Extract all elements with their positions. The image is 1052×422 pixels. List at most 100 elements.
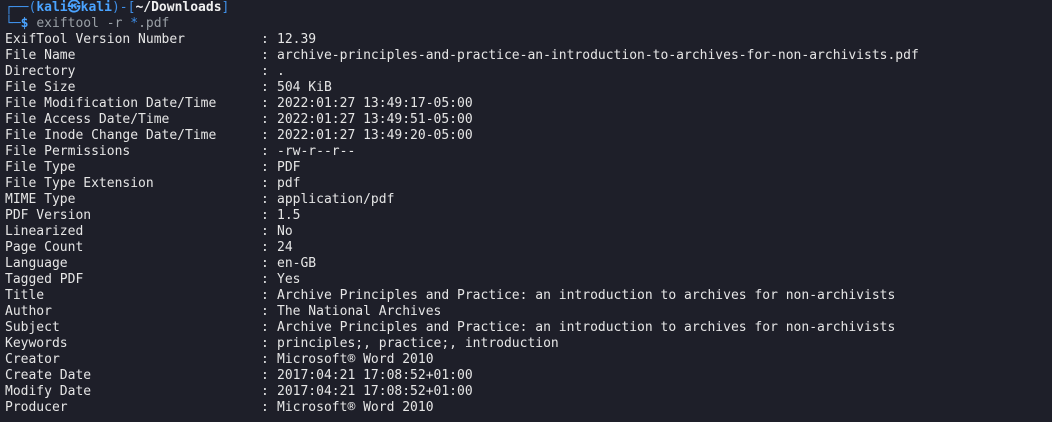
output-row: Subject: Archive Principles and Practice:… [5,320,1052,336]
field-separator: : [261,192,269,207]
output-row: Title: Archive Principles and Practice: a… [5,288,1052,304]
field-separator: : [261,80,269,95]
field-separator: : [261,256,269,271]
field-key: Creator [5,352,60,367]
output-row: Create Date:2017:04:21 17:08:52+01:00 [5,368,1052,384]
prompt-bracket-close: ] [221,0,230,15]
terminal-window[interactable]: ┌──(kali㉿kali)-[~/Downloads] └─$ exiftoo… [5,0,1052,422]
field-key: Linearized [5,224,84,239]
field-key: File Access Date/Time [5,112,170,127]
field-separator: : [261,64,269,79]
field-separator: : [261,144,269,159]
field-value: 24 [277,240,293,255]
output-row: Directory:. [5,64,1052,80]
output-row: Language: en-GB [5,256,1052,272]
prompt-user: kali [36,0,68,15]
field-value: The National Archives [277,304,442,319]
output-row: Producer: Microsoft® Word 2010 [5,400,1052,416]
output-row: Tagged PDF: Yes [5,272,1052,288]
field-value: principles;, practice;, introduction [277,336,559,351]
field-separator: : [261,304,269,319]
field-value: 2017:04:21 17:08:52+01:00 [277,368,473,383]
output-row: Author: The National Archives [5,304,1052,320]
field-key: Tagged PDF [5,272,84,287]
output-row: PDF Version:1.5 [5,208,1052,224]
field-separator: : [261,240,269,255]
field-separator: : [261,320,269,335]
command-flag: -r [106,16,123,31]
field-key: Page Count [5,240,84,255]
output-row: File Modification Date/Time:2022:01:27 1… [5,96,1052,112]
field-separator: : [261,352,269,367]
field-key: ExifTool Version Number [5,32,186,47]
field-key: MIME Type [5,192,76,207]
output-row: File Size:504 KiB [5,80,1052,96]
field-key: File Size [5,80,76,95]
field-value: Microsoft® Word 2010 [277,400,434,415]
field-key: Create Date [5,368,92,383]
output-row: File Inode Change Date/Time:2022:01:27 1… [5,128,1052,144]
output-row: Page Count:24 [5,240,1052,256]
field-value: pdf [277,176,301,191]
prompt-line-1: ┌──(kali㉿kali)-[~/Downloads] [5,0,1052,16]
field-value: 1.5 [277,208,301,223]
field-value: 2017:04:21 17:08:52+01:00 [277,384,473,399]
prompt-corner-top: ┌──( [5,0,37,15]
prompt-line-2: └─$ exiftool -r *.pdf [5,16,1052,32]
field-separator: : [261,400,269,415]
field-key: Language [5,256,68,271]
field-value: . [277,64,285,79]
field-separator: : [261,208,269,223]
field-separator: : [261,112,269,127]
field-value: 504 KiB [277,80,332,95]
prompt-dollar: $ [20,16,29,31]
field-key: File Name [5,48,76,63]
field-key: File Type Extension [5,176,154,191]
field-value: Yes [277,272,301,287]
field-key: Subject [5,320,60,335]
field-key: File Inode Change Date/Time [5,128,217,143]
kali-at-icon: ㉿ [67,0,81,15]
prompt-corner-bottom: └─ [5,16,21,31]
exif-output: ExifTool Version Number:12.39 File Name: a… [5,32,1052,416]
prompt-cwd: ~/Downloads [135,0,222,15]
field-key: Producer [5,400,68,415]
output-row: File Type: PDF [5,160,1052,176]
field-value: 12.39 [277,32,317,47]
field-separator: : [261,96,269,111]
field-value: Microsoft® Word 2010 [277,352,434,367]
output-row: Creator: Microsoft® Word 2010 [5,352,1052,368]
field-separator: : [261,336,269,351]
field-key: Author [5,304,52,319]
field-separator: : [261,384,269,399]
field-separator: : [261,32,269,47]
field-value: en-GB [277,256,317,271]
output-row: File Access Date/Time:2022:01:27 13:49:5… [5,112,1052,128]
output-row: File Type Extension: pdf [5,176,1052,192]
command-glob-star: * [130,16,139,31]
field-separator: : [261,224,269,239]
field-value: -rw-r--r-- [277,144,356,159]
field-value: PDF [277,160,301,175]
field-key: Title [5,288,45,303]
field-separator: : [261,176,269,191]
prompt-host: kali [80,0,112,15]
field-value: Archive Principles and Practice: an intr… [277,320,896,335]
field-separator: : [261,272,269,287]
command-name: exiftool [36,16,99,31]
output-row: ExifTool Version Number:12.39 [5,32,1052,48]
field-value: 2022:01:27 13:49:17-05:00 [277,96,473,111]
field-value: 2022:01:27 13:49:20-05:00 [277,128,473,143]
field-separator: : [261,48,269,63]
field-value: No [277,224,293,239]
field-key: Keywords [5,336,68,351]
field-separator: : [261,288,269,303]
field-key: File Modification Date/Time [5,96,217,111]
output-row: Linearized: No [5,224,1052,240]
field-separator: : [261,160,269,175]
output-row: Keywords: principles;, practice;, introdu… [5,336,1052,352]
output-row: File Name: archive-principles-and-practic… [5,48,1052,64]
field-value: archive-principles-and-practice-an-intro… [277,48,919,63]
output-row: MIME Type: application/pdf [5,192,1052,208]
output-row: File Permissions: -rw-r--r-- [5,144,1052,160]
